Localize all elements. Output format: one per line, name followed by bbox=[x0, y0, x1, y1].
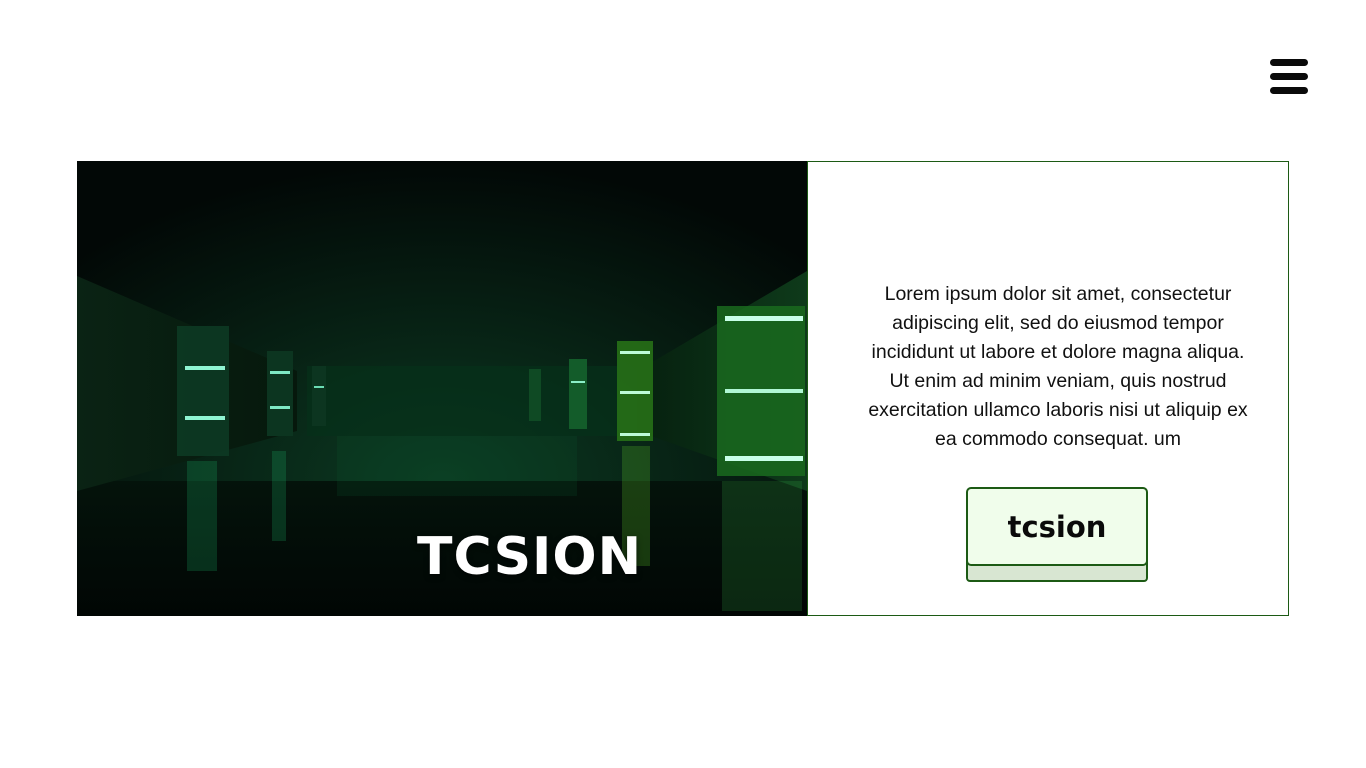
tcsion-button-label[interactable]: tcsion bbox=[966, 487, 1148, 566]
menu-bar bbox=[1270, 73, 1308, 80]
hero-image: TCSION bbox=[77, 161, 807, 616]
hamburger-menu-icon[interactable] bbox=[1270, 59, 1308, 94]
card-description: Lorem ipsum dolor sit amet, consectetur … bbox=[868, 282, 1248, 450]
info-card: Lorem ipsum dolor sit amet, consectetur … bbox=[807, 161, 1289, 616]
hero-title: TCSION bbox=[417, 527, 643, 587]
menu-bar bbox=[1270, 59, 1308, 66]
menu-bar bbox=[1270, 87, 1308, 94]
tcsion-button[interactable]: tcsion bbox=[966, 487, 1148, 582]
